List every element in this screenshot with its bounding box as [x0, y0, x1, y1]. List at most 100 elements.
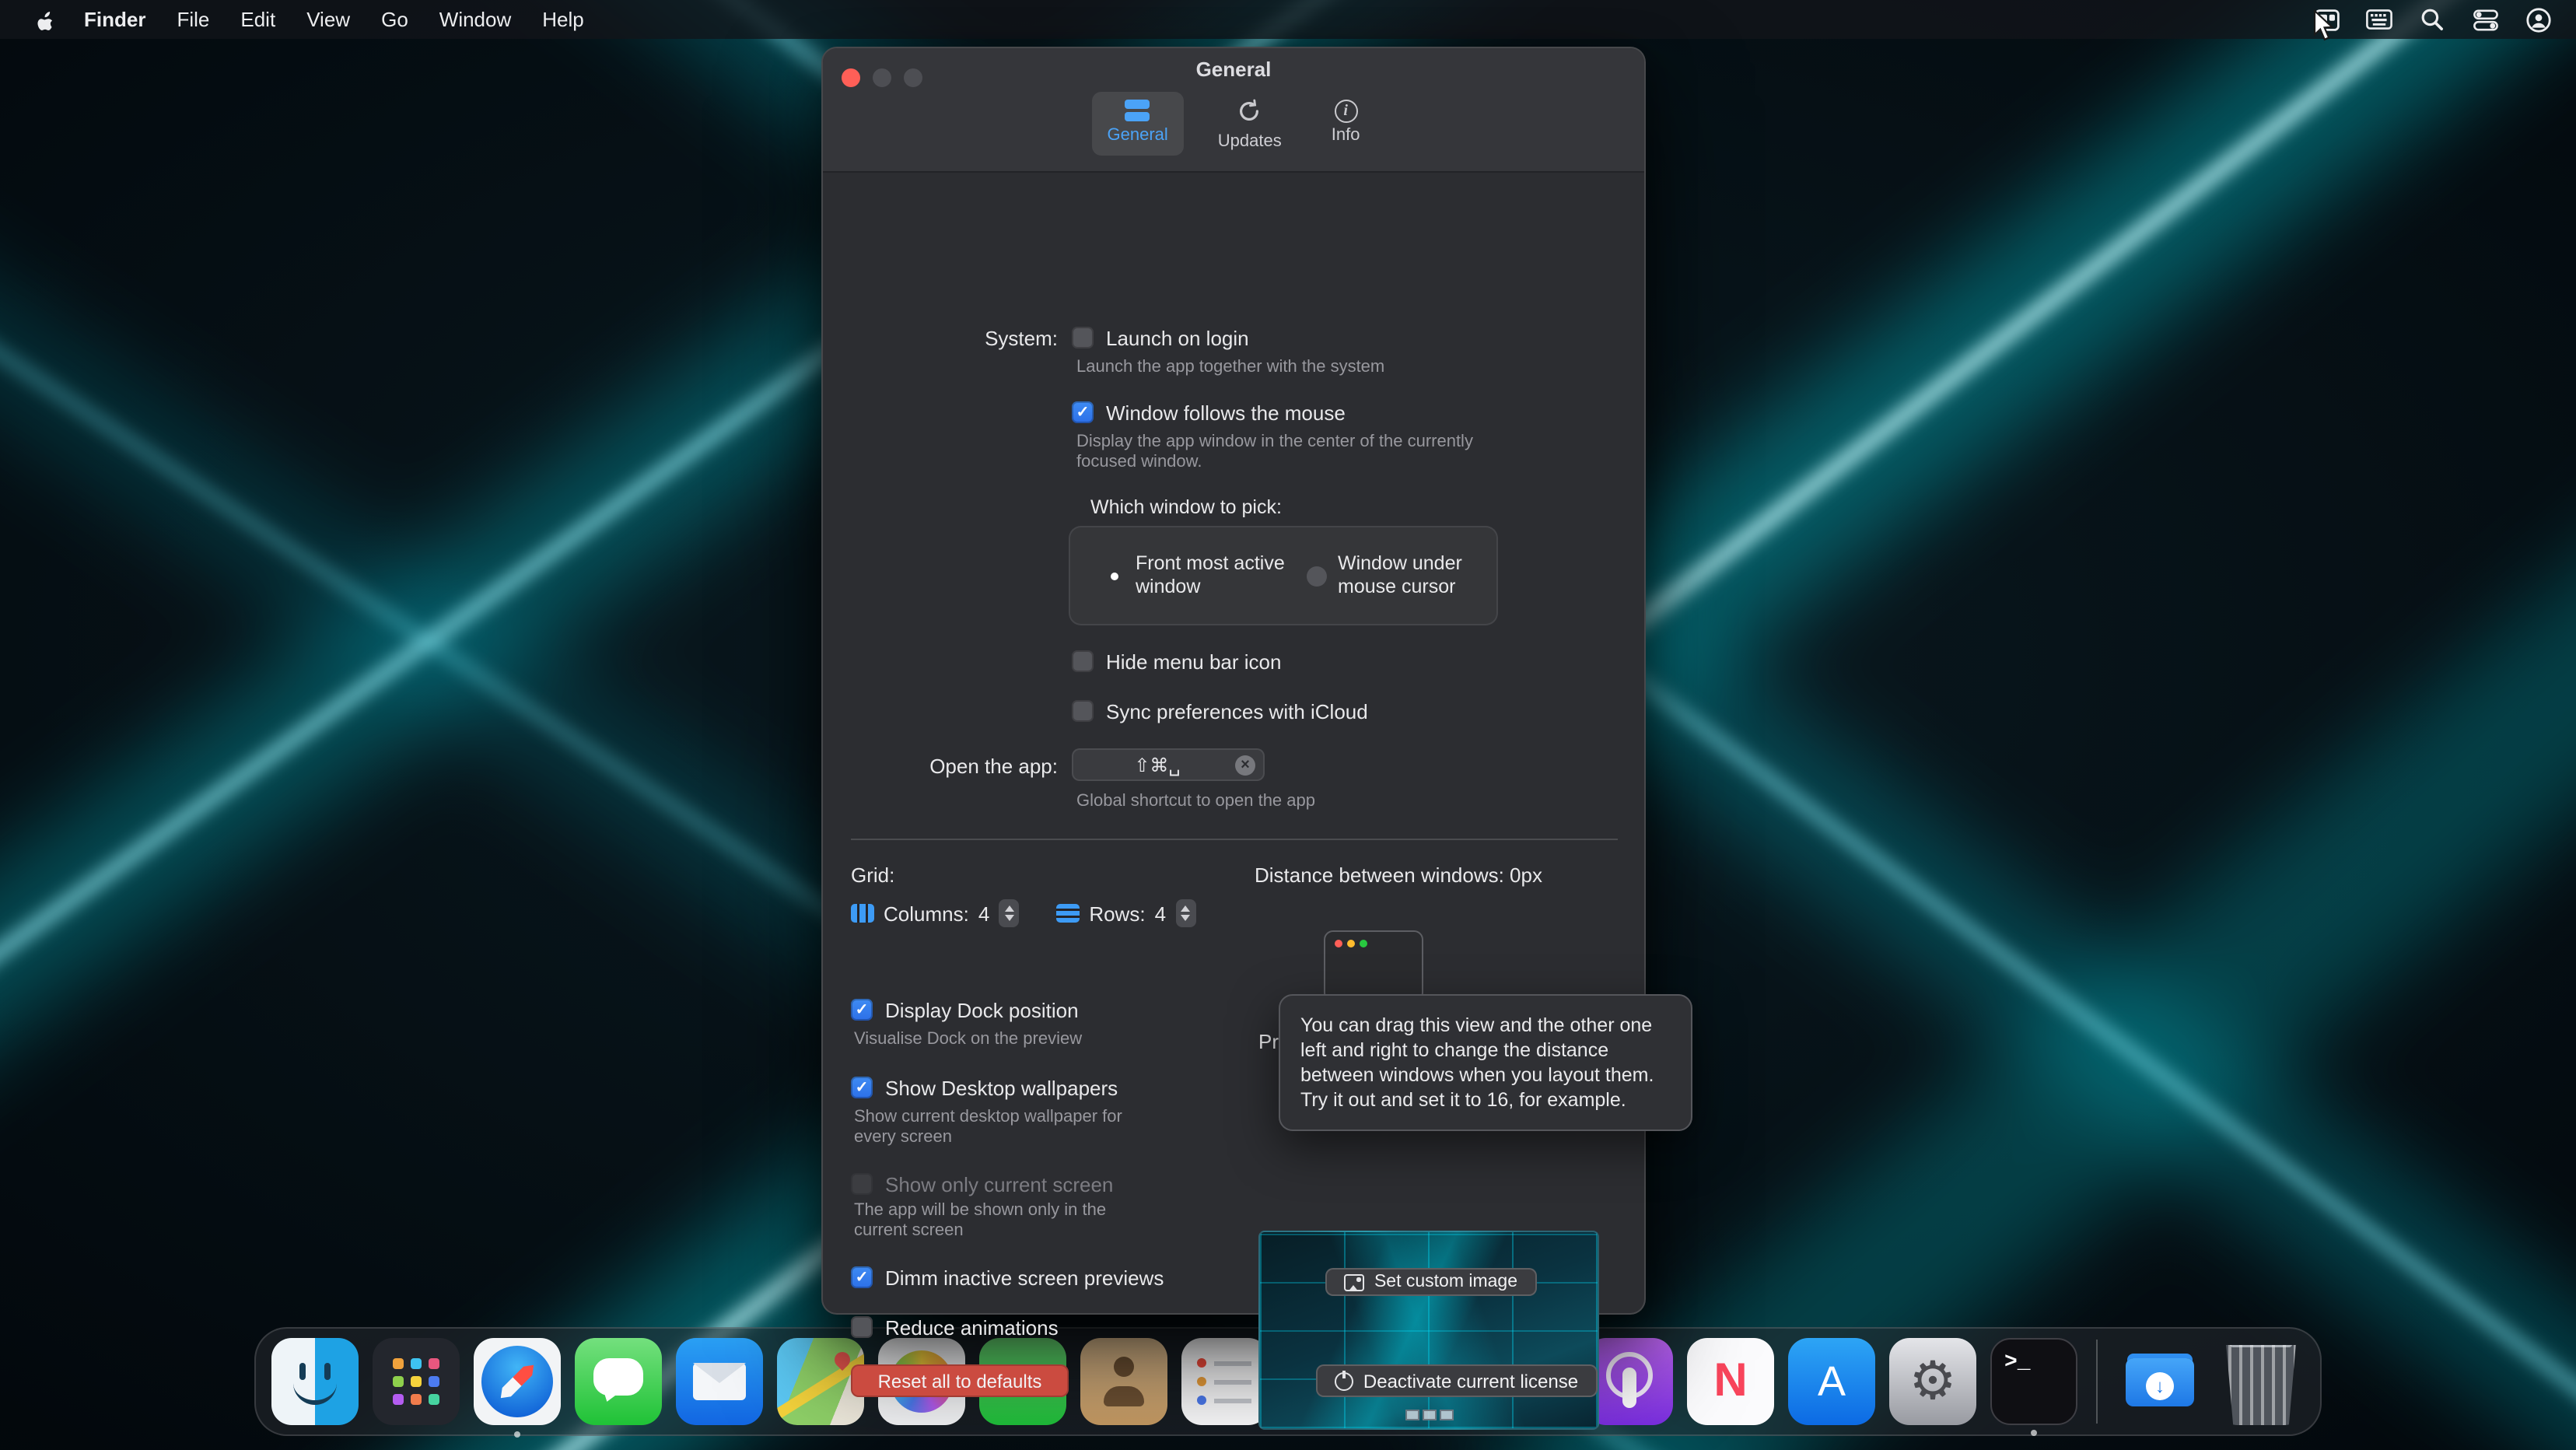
show-only-current-label: Show only current screen: [885, 1172, 1113, 1196]
menu-item-file[interactable]: File: [161, 8, 225, 31]
tab-updates-label: Updates: [1218, 132, 1282, 151]
set-custom-image-button[interactable]: Set custom image: [1325, 1268, 1537, 1296]
window-titlebar[interactable]: General General Updates i Info: [823, 48, 1644, 173]
dock-item-trash[interactable]: [2217, 1338, 2305, 1425]
dock-item-reminders[interactable]: [1181, 1338, 1269, 1425]
menu-bar: Finder File Edit View Go Window Help: [0, 0, 2576, 39]
show-wallpapers-subtext: Show current desktop wallpaper for every…: [854, 1108, 1159, 1148]
distance-tooltip: You can drag this view and the other one…: [1279, 994, 1692, 1131]
dock-item-settings[interactable]: ⚙: [1889, 1338, 1976, 1425]
window-follows-mouse-checkbox[interactable]: [1072, 401, 1094, 423]
preferences-window: General General Updates i Info: [821, 47, 1646, 1315]
menu-item-view[interactable]: View: [291, 8, 366, 31]
front-most-label: Front most active window: [1136, 552, 1285, 599]
shortcut-value: ⇧⌘␣: [1134, 754, 1202, 776]
display-dock-checkbox[interactable]: [851, 999, 873, 1021]
keyboard-icon[interactable]: [2366, 6, 2392, 33]
section-divider: [851, 839, 1618, 840]
tab-general-label: General: [1108, 126, 1168, 145]
reduce-animations-label: Reduce animations: [885, 1315, 1059, 1339]
dock-item-safari[interactable]: [474, 1338, 561, 1425]
show-wallpapers-label: Show Desktop wallpapers: [885, 1076, 1118, 1099]
apple-logo-icon[interactable]: [22, 7, 68, 32]
grid-label: Grid:: [851, 863, 894, 887]
launch-on-login-checkbox[interactable]: [1072, 327, 1094, 348]
user-icon[interactable]: [2525, 6, 2551, 33]
window-follows-mouse-label: Window follows the mouse: [1106, 401, 1346, 424]
window-under-cursor-radio[interactable]: [1307, 566, 1327, 587]
menu-item-window[interactable]: Window: [424, 8, 527, 31]
rows-value: 4: [1155, 902, 1166, 925]
menu-item-edit[interactable]: Edit: [225, 8, 291, 31]
columns-label: Columns:: [884, 902, 969, 925]
sync-icloud-label: Sync preferences with iCloud: [1106, 699, 1368, 723]
image-icon: [1345, 1273, 1365, 1291]
dock-item-contacts[interactable]: [1080, 1338, 1167, 1425]
dock-item-app-store[interactable]: A: [1788, 1338, 1875, 1425]
grid-columns-row: Columns: 4 Rows: 4: [851, 901, 1195, 926]
display-dock-subtext: Visualise Dock on the preview: [854, 1030, 1082, 1050]
menu-app-name[interactable]: Finder: [68, 8, 161, 31]
dock-item-downloads[interactable]: [2116, 1338, 2203, 1425]
distance-tooltip-text: You can drag this view and the other one…: [1300, 1014, 1654, 1111]
menu-item-go[interactable]: Go: [366, 8, 424, 31]
dock-item-mail[interactable]: [676, 1338, 763, 1425]
running-indicator: [514, 1431, 520, 1438]
preferences-content: System: Launch on login Launch the app t…: [823, 173, 1644, 1313]
which-window-label: Which window to pick:: [1090, 496, 1282, 518]
which-window-group: Front most active window Window under mo…: [1069, 526, 1498, 625]
search-icon[interactable]: [2419, 6, 2445, 33]
tab-updates[interactable]: Updates: [1202, 92, 1297, 156]
dock-position-indicator: [1405, 1410, 1453, 1420]
open-the-app-subtext: Global shortcut to open the app: [1076, 792, 1315, 812]
hide-menu-bar-icon-checkbox[interactable]: [1072, 650, 1094, 672]
general-tab-icon: [1124, 98, 1152, 123]
show-wallpapers-checkbox[interactable]: [851, 1077, 873, 1098]
display-dock-label: Display Dock position: [885, 998, 1079, 1021]
dock-item-launchpad[interactable]: [373, 1338, 460, 1425]
distance-window-preview-1[interactable]: [1324, 930, 1423, 1002]
dock-item-news[interactable]: N: [1687, 1338, 1774, 1425]
mouse-cursor: [2313, 9, 2336, 50]
sync-icloud-checkbox[interactable]: [1072, 700, 1094, 722]
columns-icon: [851, 904, 874, 923]
screen-preview[interactable]: [1258, 1231, 1599, 1430]
display-dock-row: Display Dock position: [851, 997, 1079, 1022]
tab-info-label: Info: [1332, 126, 1360, 145]
dimm-inactive-checkbox[interactable]: [851, 1266, 873, 1288]
distance-label: Distance between windows: 0px: [1212, 863, 1585, 887]
rows-stepper[interactable]: [1175, 899, 1195, 927]
reduce-animations-row: Reduce animations: [851, 1315, 1059, 1340]
dimm-inactive-row: Dimm inactive screen previews: [851, 1265, 1164, 1290]
hide-menu-bar-icon-label: Hide menu bar icon: [1106, 650, 1281, 673]
show-only-current-subtext: The app will be shown only in the curren…: [854, 1201, 1143, 1242]
info-tab-icon: i: [1334, 100, 1357, 123]
window-follows-mouse-row: Window follows the mouse: [1072, 400, 1346, 425]
show-wallpapers-row: Show Desktop wallpapers: [851, 1075, 1118, 1100]
deactivate-license-label: Deactivate current license: [1363, 1370, 1578, 1392]
dock-item-messages[interactable]: [575, 1338, 662, 1425]
global-shortcut-field[interactable]: ⇧⌘␣ ×: [1072, 748, 1265, 781]
set-custom-image-label: Set custom image: [1374, 1273, 1517, 1291]
clear-shortcut-button[interactable]: ×: [1235, 755, 1255, 775]
dimm-inactive-label: Dimm inactive screen previews: [885, 1266, 1164, 1289]
reset-defaults-button[interactable]: Reset all to defaults: [851, 1364, 1069, 1397]
menu-item-help[interactable]: Help: [527, 8, 600, 31]
tab-info[interactable]: i Info: [1316, 92, 1376, 156]
show-only-current-checkbox[interactable]: [851, 1173, 873, 1195]
system-label: System:: [885, 327, 1058, 350]
window-follows-mouse-subtext: Display the app window in the center of …: [1076, 433, 1500, 473]
columns-stepper[interactable]: [999, 899, 1019, 927]
show-only-current-row: Show only current screen: [851, 1172, 1113, 1196]
rows-icon: [1056, 904, 1080, 923]
deactivate-license-button[interactable]: Deactivate current license: [1316, 1364, 1598, 1397]
columns-value: 4: [978, 902, 989, 925]
sync-icloud-row: Sync preferences with iCloud: [1072, 699, 1368, 723]
reduce-animations-checkbox[interactable]: [851, 1316, 873, 1338]
dock-item-finder[interactable]: [271, 1338, 359, 1425]
launch-on-login-label: Launch on login: [1106, 326, 1249, 349]
tab-general[interactable]: General: [1092, 92, 1184, 156]
screen: Finder File Edit View Go Window Help: [0, 0, 2576, 1450]
control-center-icon[interactable]: [2472, 6, 2498, 33]
dock-item-terminal[interactable]: >_: [1990, 1338, 2077, 1425]
